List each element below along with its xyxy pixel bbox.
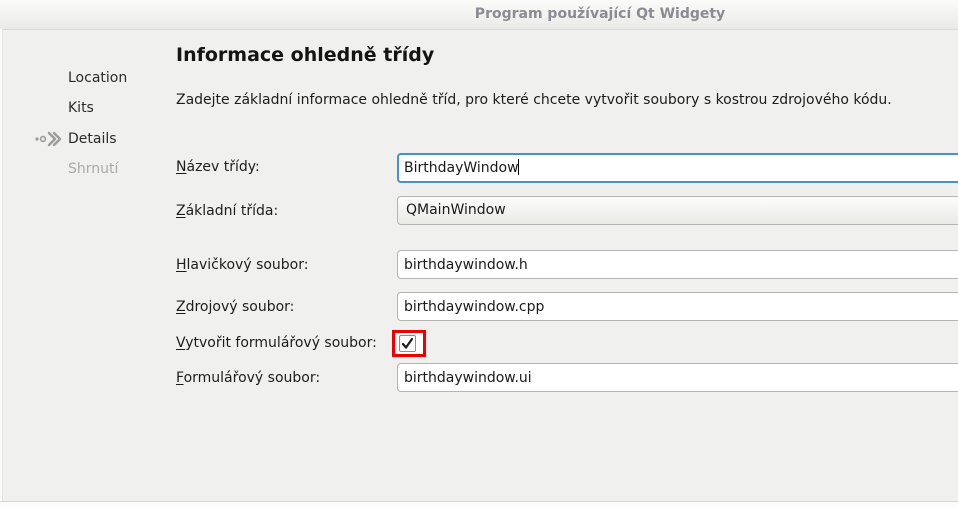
page-title: Informace ohledně třídy [176,44,435,66]
wizard-step-location: Location [68,70,128,86]
window-bottom-edge [0,501,958,508]
header-file-label: Hlavičkový soubor: [176,257,309,273]
class-name-label: Název třídy: [176,159,260,175]
current-step-arrow-icon [35,131,62,147]
window-title: Program používající Qt Widgety [474,6,726,22]
window-left-edge [0,29,3,508]
page-description: Zadejte základní informace ohledně tříd,… [176,92,892,108]
base-class-combobox[interactable]: QMainWindow [397,196,958,225]
create-form-label: Vytvořit formulářový soubor: [176,335,377,351]
wizard-step-kits: Kits [68,100,94,116]
wizard-step-details: Details [68,131,117,147]
window-titlebar[interactable]: Program používající Qt Widgety [0,0,958,30]
checkmark-icon [401,337,414,349]
form-file-label: Formulářový soubor: [176,370,321,386]
create-form-checkbox[interactable] [399,335,416,352]
source-file-label: Zdrojový soubor: [176,299,295,315]
header-file-input[interactable] [397,250,958,279]
form-file-input[interactable] [397,363,958,392]
base-class-label: Základní třída: [176,203,279,219]
wizard-step-summary: Shrnutí [68,161,119,177]
source-file-input[interactable] [397,292,958,321]
class-name-input[interactable] [397,153,958,183]
